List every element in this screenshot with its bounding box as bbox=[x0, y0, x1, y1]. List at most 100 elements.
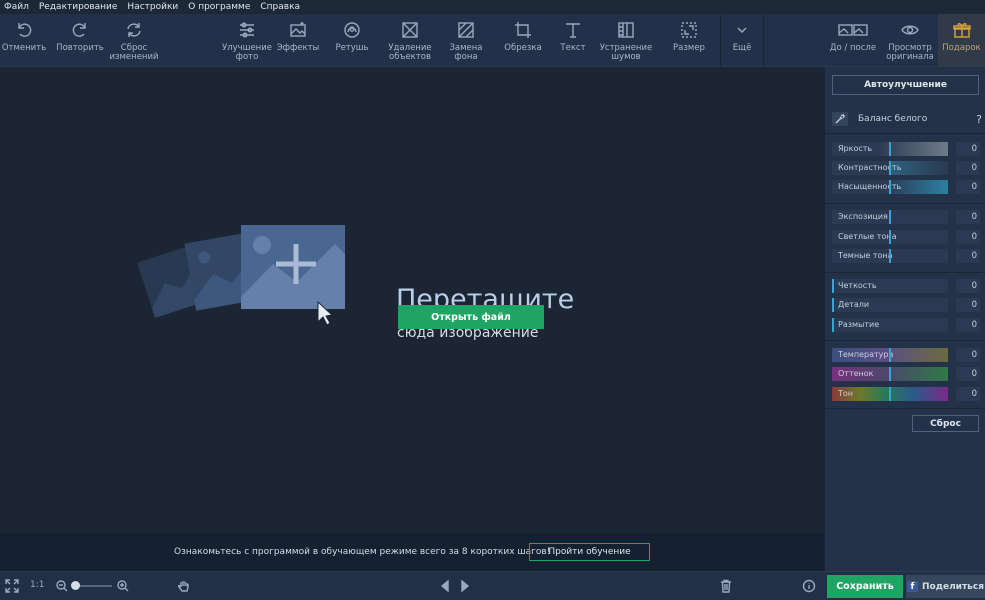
eyedropper-icon[interactable] bbox=[832, 112, 848, 126]
adjust-slider[interactable]: Детали bbox=[832, 298, 948, 312]
share-button[interactable]: f Поделиться bbox=[906, 575, 985, 598]
slider-value-field[interactable]: 0 bbox=[956, 387, 980, 401]
next-arrow-icon[interactable] bbox=[458, 579, 472, 596]
eye-icon bbox=[901, 25, 919, 35]
slider-value-field[interactable]: 0 bbox=[956, 367, 980, 381]
slider-value-field[interactable]: 0 bbox=[956, 249, 980, 263]
slider-value-field[interactable]: 0 bbox=[956, 318, 980, 332]
replace-bg-button[interactable]: Замена фона bbox=[442, 14, 490, 67]
before-after-icon bbox=[838, 24, 868, 36]
menu-file[interactable]: Файл bbox=[4, 2, 29, 12]
slider-value-field[interactable]: 0 bbox=[956, 180, 980, 194]
redo-icon bbox=[72, 23, 86, 37]
slider-handle[interactable] bbox=[832, 318, 834, 332]
zoom-slider-handle[interactable] bbox=[71, 581, 80, 590]
before-after-button[interactable]: До / после bbox=[826, 14, 880, 67]
slider-handle[interactable] bbox=[889, 367, 891, 381]
crop-button[interactable]: Обрезка bbox=[498, 14, 548, 67]
save-button[interactable]: Сохранить bbox=[827, 575, 903, 598]
fit-screen-icon[interactable] bbox=[5, 579, 19, 596]
effects-button[interactable]: Эффекты bbox=[274, 14, 322, 67]
resize-button[interactable]: Размер bbox=[664, 14, 714, 67]
slider-handle[interactable] bbox=[889, 161, 891, 175]
divider bbox=[825, 408, 985, 409]
adjust-slider[interactable]: Экспозиция bbox=[832, 210, 948, 224]
slider-label: Темные тона bbox=[838, 251, 893, 260]
zoom-in-icon[interactable] bbox=[116, 579, 130, 596]
slider-value-field[interactable]: 0 bbox=[956, 161, 980, 175]
menu-about[interactable]: О программе bbox=[188, 2, 250, 12]
slider-value-field[interactable]: 0 bbox=[956, 230, 980, 244]
adjust-slider[interactable]: Темные тона bbox=[832, 249, 948, 263]
adjust-slider[interactable]: Светлые тона bbox=[832, 230, 948, 244]
adjust-slider[interactable]: Насыщенность bbox=[832, 180, 948, 194]
adjust-slider[interactable]: Размытие bbox=[832, 318, 948, 332]
menu-settings[interactable]: Настройки bbox=[127, 2, 178, 12]
view-original-label: Просмотр оригинала bbox=[886, 43, 934, 62]
slider-value-field[interactable]: 0 bbox=[956, 348, 980, 362]
menu-help[interactable]: Справка bbox=[260, 2, 300, 12]
reset-button[interactable]: Сброс bbox=[912, 415, 979, 432]
slider-handle[interactable] bbox=[889, 142, 891, 156]
text-label: Текст bbox=[560, 43, 586, 53]
slider-handle[interactable] bbox=[889, 387, 891, 401]
adjust-slider[interactable]: Яркость bbox=[832, 142, 948, 156]
auto-enhance-button[interactable]: Автоулучшение bbox=[832, 75, 979, 95]
denoise-icon bbox=[618, 22, 634, 38]
white-balance-row: Баланс белого ? bbox=[832, 111, 982, 127]
slider-handle[interactable] bbox=[832, 298, 834, 312]
denoise-button[interactable]: Устранение шумов bbox=[598, 14, 654, 67]
slider-handle[interactable] bbox=[889, 210, 891, 224]
retouch-label: Ретушь bbox=[335, 43, 369, 53]
slider-handle[interactable] bbox=[832, 279, 834, 293]
adjust-slider[interactable]: Контрастность bbox=[832, 161, 948, 175]
slider-handle[interactable] bbox=[889, 348, 891, 362]
remove-objects-icon bbox=[402, 22, 418, 38]
previous-arrow-icon[interactable] bbox=[438, 579, 452, 596]
adjust-slider[interactable]: Оттенок bbox=[832, 367, 948, 381]
help-icon[interactable]: ? bbox=[976, 113, 982, 126]
text-icon bbox=[566, 23, 580, 38]
slider-label: Четкость bbox=[838, 281, 877, 290]
refresh-icon bbox=[127, 23, 141, 37]
text-button[interactable]: Текст bbox=[550, 14, 596, 67]
retouch-button[interactable]: Ретушь bbox=[328, 14, 376, 67]
slider-label: Тон bbox=[838, 389, 854, 398]
slider-label: Оттенок bbox=[838, 369, 874, 378]
adjust-slider[interactable]: Температура bbox=[832, 348, 948, 362]
before-after-label: До / после bbox=[829, 43, 877, 53]
enhance-button[interactable]: Улучшение фото bbox=[220, 14, 274, 67]
gift-label: Подарок bbox=[942, 43, 981, 53]
slider-value-field[interactable]: 0 bbox=[956, 210, 980, 224]
trash-icon[interactable] bbox=[719, 579, 733, 596]
zoom-out-icon[interactable] bbox=[55, 579, 69, 596]
remove-objects-label: Удаление объектов bbox=[388, 43, 432, 62]
gift-button[interactable]: Подарок bbox=[938, 14, 985, 67]
hand-icon[interactable] bbox=[177, 579, 191, 596]
slider-handle[interactable] bbox=[889, 180, 891, 194]
adjust-slider[interactable]: Четкость bbox=[832, 279, 948, 293]
info-icon[interactable] bbox=[802, 579, 816, 596]
white-balance-label: Баланс белого bbox=[858, 114, 928, 124]
adjust-slider[interactable]: Тон bbox=[832, 387, 948, 401]
retouch-icon bbox=[344, 22, 360, 38]
undo-button[interactable]: Отменить bbox=[0, 14, 48, 67]
replace-bg-icon bbox=[458, 22, 474, 38]
start-tutorial-button[interactable]: Пройти обучение bbox=[529, 543, 650, 561]
sliders-icon bbox=[240, 22, 254, 38]
crop-label: Обрезка bbox=[504, 43, 542, 53]
slider-value-field[interactable]: 0 bbox=[956, 298, 980, 312]
actual-size-button[interactable]: 1:1 bbox=[30, 580, 44, 590]
remove-objects-button[interactable]: Удаление объектов bbox=[382, 14, 438, 67]
slider-handle[interactable] bbox=[889, 230, 891, 244]
slider-value-field[interactable]: 0 bbox=[956, 142, 980, 156]
slider-value-field[interactable]: 0 bbox=[956, 279, 980, 293]
drop-zone[interactable]: Перетащите сюда изображение Открыть файл bbox=[0, 67, 824, 533]
redo-button[interactable]: Повторить bbox=[54, 14, 106, 67]
open-file-button[interactable]: Открыть файл bbox=[398, 305, 544, 329]
reset-changes-button[interactable]: Сброс изменений bbox=[108, 14, 160, 67]
slider-handle[interactable] bbox=[889, 249, 891, 263]
view-original-button[interactable]: Просмотр оригинала bbox=[882, 14, 938, 67]
more-button[interactable]: Ещё bbox=[721, 14, 763, 67]
menu-edit[interactable]: Редактирование bbox=[39, 2, 118, 12]
